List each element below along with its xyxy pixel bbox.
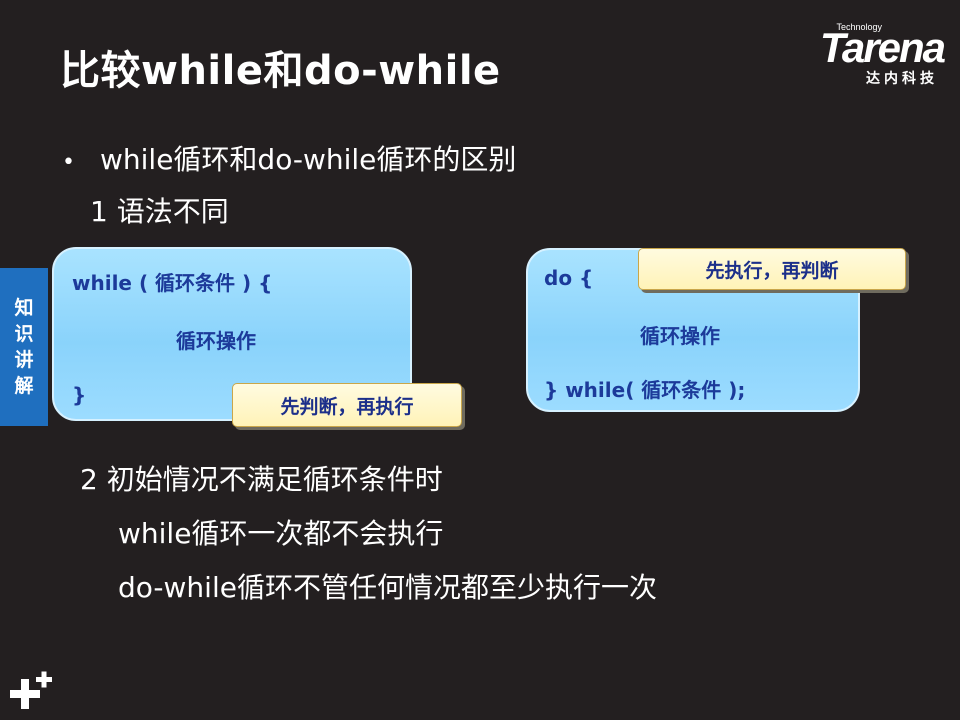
do-while-callout: 先执行，再判断 (638, 248, 906, 290)
tarena-logo: Technology Tarena 达内科技 (774, 22, 946, 87)
side-tab-char: 讲 (14, 349, 34, 371)
while-detail: while循环一次都不会执行 (118, 517, 444, 550)
logo-word: Tarena (819, 24, 946, 71)
bullet-text: while循环和do-while循环的区别 (100, 143, 517, 176)
side-tab-char: 解 (14, 375, 34, 397)
side-tab-char: 识 (14, 323, 34, 345)
while-line-2: 循环操作 (176, 329, 256, 353)
do-while-line-2: 循环操作 (640, 324, 720, 348)
while-line-1: while ( 循环条件 ) { (72, 271, 273, 295)
bullet-point: • while循环和do-while循环的区别 (62, 138, 516, 178)
do-while-line-1: do { (544, 266, 594, 290)
knowledge-tab: 知 识 讲 解 (0, 268, 48, 426)
slide-title: 比较while和do-while (60, 48, 501, 94)
step-2-heading: 2 初始情况不满足循环条件时 (80, 463, 443, 496)
logo-chinese: 达内科技 (866, 71, 938, 87)
side-tab-char: 知 (14, 297, 34, 319)
do-while-line-3: } while( 循环条件 ); (544, 378, 746, 402)
while-line-3: } (72, 383, 87, 407)
while-callout: 先判断，再执行 (232, 383, 462, 427)
step-1-heading: 1 语法不同 (90, 195, 229, 228)
bullet-symbol: • (62, 150, 75, 175)
plus-icon (10, 671, 52, 709)
do-while-detail: do-while循环不管任何情况都至少执行一次 (118, 571, 657, 604)
